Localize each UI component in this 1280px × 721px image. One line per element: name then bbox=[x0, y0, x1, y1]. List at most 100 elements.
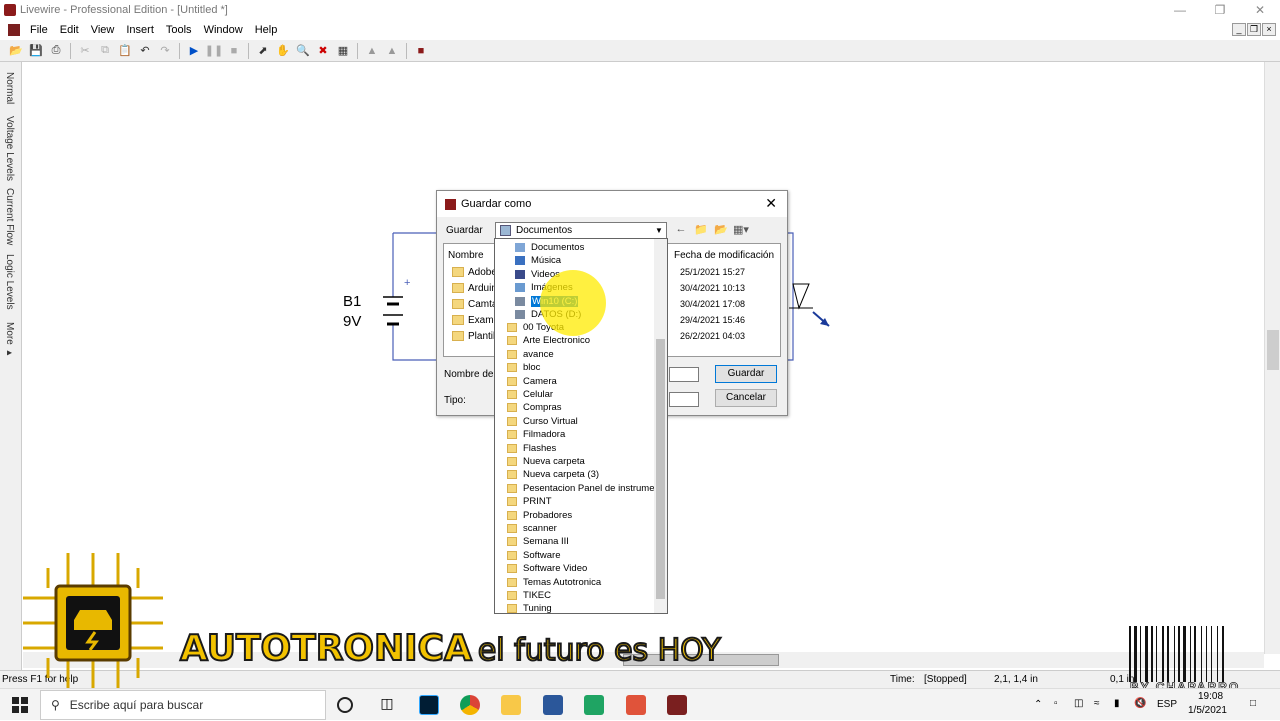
dropdown-item[interactable]: Probadores bbox=[507, 509, 572, 522]
save-button[interactable]: Guardar bbox=[715, 365, 777, 383]
hand-icon[interactable]: ✋ bbox=[275, 43, 291, 59]
minimize-button[interactable]: — bbox=[1160, 0, 1200, 20]
tray-battery-icon[interactable]: ▮ bbox=[1114, 698, 1120, 709]
dropdown-item[interactable]: scanner bbox=[507, 522, 557, 535]
app-green-icon[interactable] bbox=[584, 695, 604, 715]
dropdown-item[interactable]: Camera bbox=[507, 375, 557, 388]
dropdown-item[interactable]: bloc bbox=[507, 361, 540, 374]
document-icon[interactable] bbox=[8, 24, 20, 36]
menu-view[interactable]: View bbox=[85, 24, 121, 36]
task-view-icon[interactable]: ◫ bbox=[377, 695, 397, 715]
wifi-icon[interactable]: ≈ bbox=[1094, 698, 1100, 709]
dropdown-item[interactable]: Filmadora bbox=[507, 428, 565, 441]
pause-icon[interactable]: ❚❚ bbox=[205, 43, 223, 59]
close-button[interactable]: ✕ bbox=[1240, 0, 1280, 20]
dropdown-item[interactable]: Temas Autotronica bbox=[507, 576, 601, 589]
list-item[interactable]: Camta bbox=[452, 299, 497, 310]
stop-icon[interactable]: ■ bbox=[226, 43, 242, 59]
mdi-close-button[interactable]: × bbox=[1262, 23, 1276, 36]
graph-icon[interactable]: ▲ bbox=[364, 43, 380, 59]
undo-icon[interactable]: ↶ bbox=[137, 43, 153, 59]
cortana-icon[interactable] bbox=[337, 697, 353, 713]
livewire-taskbar-icon[interactable] bbox=[667, 695, 687, 715]
dropdown-item[interactable]: Software bbox=[507, 549, 561, 562]
save-icon[interactable]: 💾 bbox=[28, 43, 44, 59]
mdi-restore-button[interactable]: ❐ bbox=[1247, 23, 1261, 36]
clock-time[interactable]: 19:08 bbox=[1198, 691, 1223, 702]
gallery-icon[interactable]: ■ bbox=[413, 43, 429, 59]
dropdown-item[interactable]: avance bbox=[507, 348, 554, 361]
dropdown-item[interactable]: Documentos bbox=[515, 241, 584, 254]
dropdown-item[interactable]: Nueva carpeta (3) bbox=[507, 468, 599, 481]
clock-date[interactable]: 1/5/2021 bbox=[1188, 705, 1227, 716]
copy-icon[interactable]: ⧉ bbox=[97, 43, 113, 59]
delete-icon[interactable]: ✖ bbox=[315, 43, 331, 59]
dropdown-item[interactable]: Arte Electronico bbox=[507, 334, 590, 347]
photoshop-icon[interactable] bbox=[419, 695, 439, 715]
up-folder-icon[interactable]: 📁 bbox=[693, 223, 709, 237]
windows-start-button[interactable] bbox=[0, 689, 40, 721]
back-icon[interactable]: ← bbox=[673, 223, 689, 237]
volume-muted-icon[interactable]: 🔇 bbox=[1134, 698, 1146, 709]
dropdown-item[interactable]: Pesentacion Panel de instrumento bbox=[507, 482, 667, 495]
col-date-header[interactable]: Fecha de modificación bbox=[674, 250, 774, 261]
cut-icon[interactable]: ✂ bbox=[77, 43, 93, 59]
menu-window[interactable]: Window bbox=[198, 24, 249, 36]
notifications-icon[interactable]: □ bbox=[1250, 698, 1256, 709]
dropdown-item[interactable]: TIKEC bbox=[507, 589, 551, 602]
tab-more[interactable]: More ▸ bbox=[4, 322, 15, 359]
print-icon[interactable]: ⎙ bbox=[48, 43, 64, 59]
dropdown-item[interactable]: Nueva carpeta bbox=[507, 455, 585, 468]
view-menu-icon[interactable]: ▦▾ bbox=[733, 223, 749, 237]
play-icon[interactable]: ▶ bbox=[186, 43, 202, 59]
type-select[interactable] bbox=[669, 392, 699, 407]
list-item[interactable]: Plantill bbox=[452, 331, 497, 342]
taskbar-search-input[interactable]: ⚲ Escribe aquí para buscar bbox=[40, 690, 326, 720]
list-item[interactable]: Exame bbox=[452, 315, 499, 326]
dropdown-item[interactable]: Flashes bbox=[507, 442, 556, 455]
chrome-icon[interactable] bbox=[460, 695, 480, 715]
restore-button[interactable]: ❐ bbox=[1200, 0, 1240, 20]
mdi-minimize-button[interactable]: _ bbox=[1232, 23, 1246, 36]
tab-logic-levels[interactable]: Logic Levels bbox=[4, 254, 15, 310]
col-name-header[interactable]: Nombre bbox=[448, 250, 484, 261]
app-red-icon[interactable] bbox=[626, 695, 646, 715]
menu-file[interactable]: File bbox=[24, 24, 54, 36]
dropdown-scrollbar[interactable] bbox=[654, 239, 667, 613]
cancel-button[interactable]: Cancelar bbox=[715, 389, 777, 407]
menu-insert[interactable]: Insert bbox=[120, 24, 160, 36]
redo-icon[interactable]: ↷ bbox=[157, 43, 173, 59]
zoom-icon[interactable]: 🔍 bbox=[295, 43, 311, 59]
location-combo[interactable]: Documentos ▼ bbox=[495, 222, 667, 239]
language-indicator[interactable]: ESP bbox=[1157, 699, 1177, 710]
dropdown-item[interactable]: Tuning bbox=[507, 602, 552, 613]
parts-icon[interactable]: ▦ bbox=[335, 43, 351, 59]
menu-tools[interactable]: Tools bbox=[160, 24, 198, 36]
paste-icon[interactable]: 📋 bbox=[117, 43, 133, 59]
dropdown-item[interactable]: Curso Virtual bbox=[507, 415, 578, 428]
list-item[interactable]: Adobe bbox=[452, 267, 497, 278]
tray-chevron-icon[interactable]: ⌃ bbox=[1034, 699, 1042, 710]
dropdown-item[interactable]: Software Video bbox=[507, 562, 587, 575]
pointer-icon[interactable]: ⬈ bbox=[255, 43, 271, 59]
file-explorer-icon[interactable] bbox=[501, 695, 521, 715]
dropdown-item[interactable]: Música bbox=[515, 254, 561, 267]
menu-help[interactable]: Help bbox=[249, 24, 284, 36]
filename-input[interactable] bbox=[669, 367, 699, 382]
menu-edit[interactable]: Edit bbox=[54, 24, 85, 36]
dropdown-item[interactable]: Compras bbox=[507, 401, 562, 414]
word-icon[interactable] bbox=[543, 695, 563, 715]
graph2-icon[interactable]: ▲ bbox=[384, 43, 400, 59]
dropdown-item[interactable]: Celular bbox=[507, 388, 553, 401]
list-item[interactable]: Arduin bbox=[452, 283, 497, 294]
tab-voltage-levels[interactable]: Voltage Levels bbox=[4, 116, 15, 181]
open-icon[interactable]: 📂 bbox=[8, 43, 24, 59]
tab-normal[interactable]: Normal bbox=[4, 72, 15, 104]
vertical-scrollbar[interactable] bbox=[1264, 62, 1280, 654]
new-folder-icon[interactable]: 📂 bbox=[713, 223, 729, 237]
dropdown-item[interactable]: PRINT bbox=[507, 495, 552, 508]
chevron-down-icon[interactable]: ▼ bbox=[652, 223, 666, 238]
tray-network-icon[interactable]: ◫ bbox=[1074, 698, 1083, 709]
dialog-close-icon[interactable]: ✕ bbox=[765, 195, 777, 212]
tab-current-flow[interactable]: Current Flow bbox=[4, 188, 15, 245]
